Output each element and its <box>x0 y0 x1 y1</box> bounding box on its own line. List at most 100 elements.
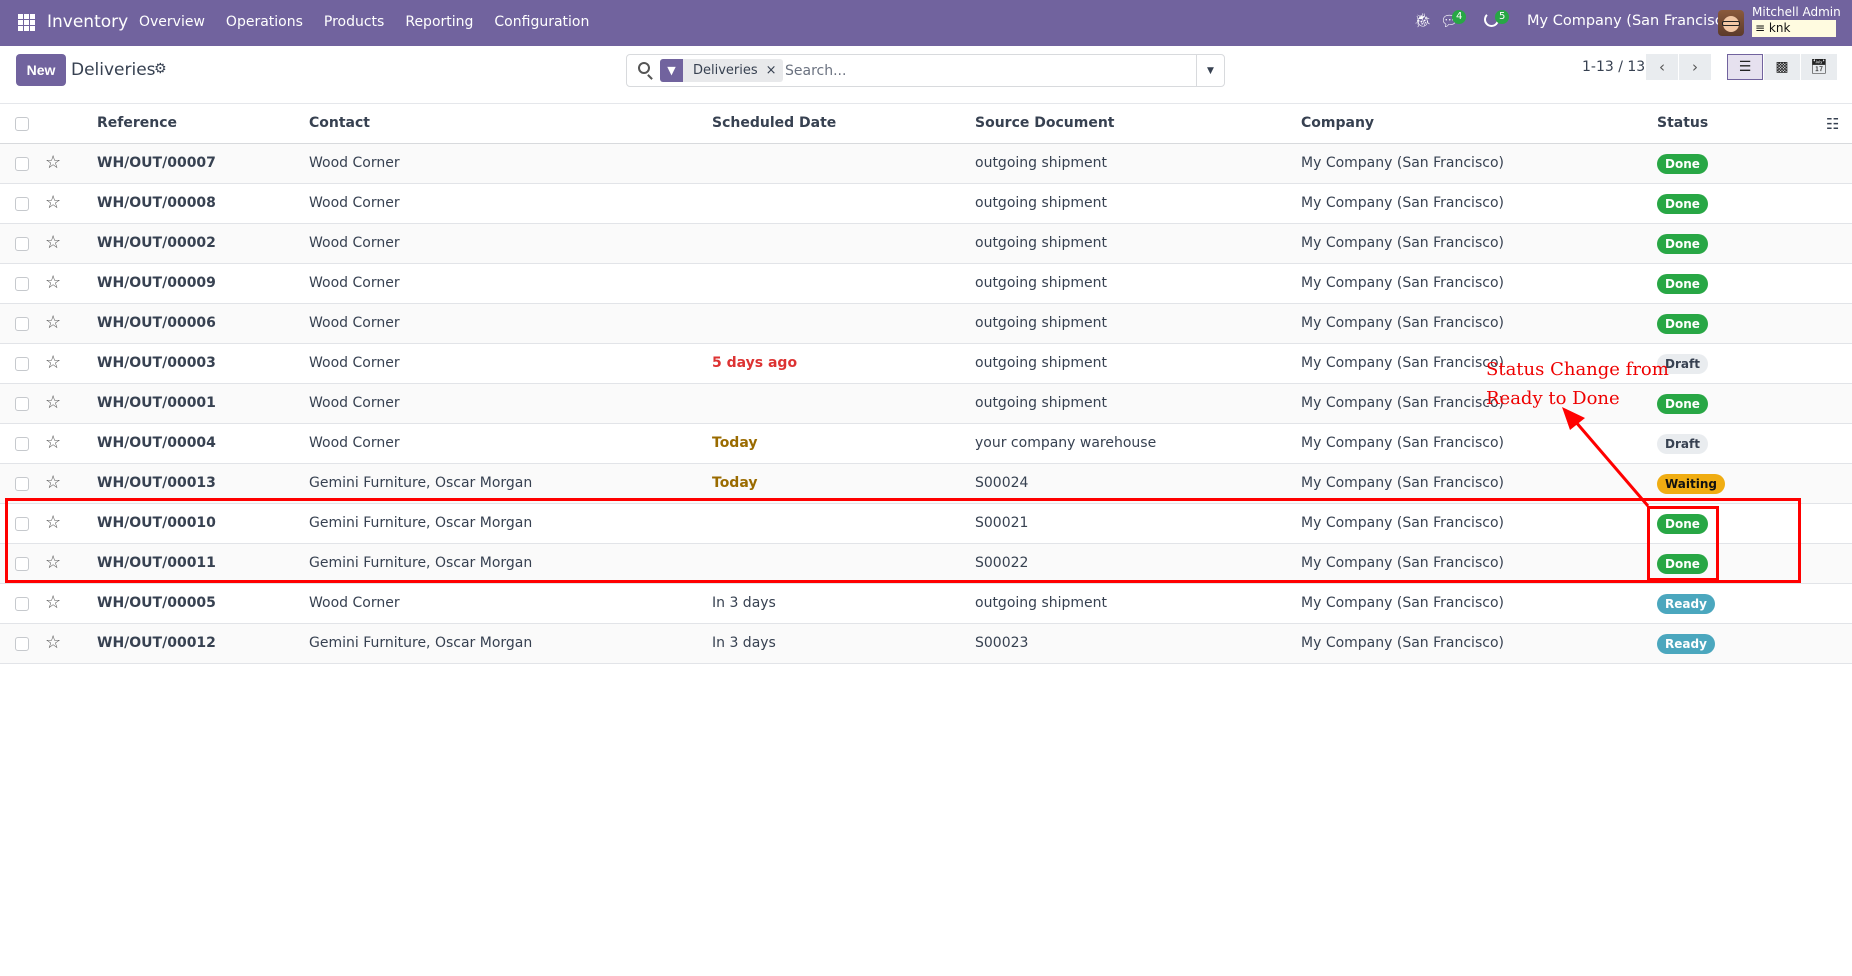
table-row[interactable]: ☆ WH/OUT/00011 Gemini Furniture, Oscar Mor… <box>0 544 1852 584</box>
row-checkbox[interactable] <box>15 357 29 371</box>
database-label: knk <box>1768 21 1791 35</box>
calendar-view-button[interactable]: 📅︎ <box>1801 54 1837 80</box>
row-checkbox[interactable] <box>15 157 29 171</box>
pager-previous-button[interactable]: ‹ <box>1646 54 1678 80</box>
favorite-star-icon[interactable]: ☆ <box>45 272 61 293</box>
cell-contact: Wood Corner <box>309 235 400 251</box>
menu-item-reporting[interactable]: Reporting <box>405 14 473 30</box>
facet-remove-icon[interactable]: × <box>766 63 783 78</box>
row-checkbox[interactable] <box>15 637 29 651</box>
gear-icon[interactable]: ⚙ <box>154 61 167 77</box>
cell-contact: Wood Corner <box>309 155 400 171</box>
cell-contact: Wood Corner <box>309 595 400 611</box>
favorite-star-icon[interactable]: ☆ <box>45 392 61 413</box>
cell-company: My Company (San Francisco) <box>1301 555 1504 571</box>
cell-contact: Gemini Furniture, Oscar Morgan <box>309 475 533 491</box>
avatar-glasses <box>1722 21 1740 26</box>
column-header-status[interactable]: Status <box>1657 115 1708 131</box>
table-row[interactable]: ☆ WH/OUT/00012 Gemini Furniture, Oscar Mor… <box>0 624 1852 664</box>
favorite-star-icon[interactable]: ☆ <box>45 592 61 613</box>
row-checkbox[interactable] <box>15 397 29 411</box>
search-options-toggle[interactable]: ▼ <box>1196 55 1224 86</box>
annotation-text: Status Change from Ready to Done <box>1486 355 1686 413</box>
cell-reference: WH/OUT/00003 <box>97 355 216 371</box>
column-header-reference[interactable]: Reference <box>97 115 177 131</box>
row-checkbox[interactable] <box>15 477 29 491</box>
row-checkbox[interactable] <box>15 277 29 291</box>
status-badge: Done <box>1657 314 1708 334</box>
favorite-star-icon[interactable]: ☆ <box>45 312 61 333</box>
kanban-view-button[interactable]: ▩ <box>1764 54 1800 80</box>
table-row[interactable]: ☆ WH/OUT/00010 Gemini Furniture, Oscar Mor… <box>0 504 1852 544</box>
table-header: Reference Contact Scheduled Date Source … <box>0 103 1852 144</box>
favorite-star-icon[interactable]: ☆ <box>45 152 61 173</box>
cell-source-document: outgoing shipment <box>975 155 1108 171</box>
favorite-star-icon[interactable]: ☆ <box>45 632 61 653</box>
new-button[interactable]: New <box>16 54 66 86</box>
table-row[interactable]: ☆ WH/OUT/00009 Wood Corner outgoing shipmen… <box>0 264 1852 304</box>
pager-next-button[interactable]: › <box>1679 54 1711 80</box>
cell-source-document: S00023 <box>975 635 1029 651</box>
row-checkbox[interactable] <box>15 317 29 331</box>
status-badge: Done <box>1657 514 1708 534</box>
table-row[interactable]: ☆ WH/OUT/00004 Wood Corner Today your compan… <box>0 424 1852 464</box>
status-badge: Done <box>1657 194 1708 214</box>
row-checkbox[interactable] <box>15 237 29 251</box>
favorite-star-icon[interactable]: ☆ <box>45 192 61 213</box>
cell-source-document: S00022 <box>975 555 1029 571</box>
table-row[interactable]: ☆ WH/OUT/00013 Gemini Furniture, Oscar Mor… <box>0 464 1852 504</box>
favorite-star-icon[interactable]: ☆ <box>45 552 61 573</box>
debug-bug-icon[interactable]: 🐞︎ <box>1414 13 1432 29</box>
column-header-source-document[interactable]: Source Document <box>975 115 1115 131</box>
favorite-star-icon[interactable]: ☆ <box>45 472 61 493</box>
status-badge: Done <box>1657 554 1708 574</box>
menu-item-overview[interactable]: Overview <box>139 14 205 30</box>
list-view-button[interactable]: ☰ <box>1727 54 1763 80</box>
table-row[interactable]: ☆ WH/OUT/00006 Wood Corner outgoing shipmen… <box>0 304 1852 344</box>
menu-item-configuration[interactable]: Configuration <box>494 14 589 30</box>
cell-source-document: outgoing shipment <box>975 315 1108 331</box>
column-header-scheduled-date[interactable]: Scheduled Date <box>712 115 836 131</box>
status-badge: Ready <box>1657 594 1715 614</box>
cell-source-document: outgoing shipment <box>975 275 1108 291</box>
table-row[interactable]: ☆ WH/OUT/00008 Wood Corner outgoing shipmen… <box>0 184 1852 224</box>
company-switcher[interactable]: My Company (San Francisco) <box>1527 13 1737 29</box>
cell-reference: WH/OUT/00006 <box>97 315 216 331</box>
user-avatar[interactable] <box>1718 10 1744 36</box>
row-checkbox[interactable] <box>15 197 29 211</box>
search-input[interactable] <box>785 59 1175 83</box>
row-checkbox[interactable] <box>15 517 29 531</box>
apps-menu-icon[interactable] <box>18 14 35 31</box>
table-row[interactable]: ☆ WH/OUT/00007 Wood Corner outgoing shipmen… <box>0 144 1852 184</box>
status-badge: Done <box>1657 234 1708 254</box>
cell-scheduled-date: Today <box>712 475 758 491</box>
favorite-star-icon[interactable]: ☆ <box>45 232 61 253</box>
menu-item-products[interactable]: Products <box>324 14 384 30</box>
user-name[interactable]: Mitchell Admin <box>1752 5 1841 19</box>
select-all-checkbox[interactable] <box>15 117 29 131</box>
row-checkbox[interactable] <box>15 437 29 451</box>
table-row[interactable]: ☆ WH/OUT/00002 Wood Corner outgoing shipmen… <box>0 224 1852 264</box>
row-checkbox[interactable] <box>15 597 29 611</box>
column-header-contact[interactable]: Contact <box>309 115 370 131</box>
cell-contact: Wood Corner <box>309 275 400 291</box>
app-name[interactable]: Inventory <box>47 12 128 32</box>
favorite-star-icon[interactable]: ☆ <box>45 512 61 533</box>
cell-contact: Wood Corner <box>309 195 400 211</box>
row-checkbox[interactable] <box>15 557 29 571</box>
cell-source-document: outgoing shipment <box>975 235 1108 251</box>
optional-columns-settings-icon[interactable]: ☷ <box>1826 115 1839 133</box>
cell-company: My Company (San Francisco) <box>1301 435 1504 451</box>
table-row[interactable]: ☆ WH/OUT/00005 Wood Corner In 3 days outgoin… <box>0 584 1852 624</box>
cell-source-document: outgoing shipment <box>975 195 1108 211</box>
cell-reference: WH/OUT/00009 <box>97 275 216 291</box>
cell-contact: Gemini Furniture, Oscar Morgan <box>309 515 533 531</box>
pager-value[interactable]: 1-13 / 13 <box>1582 59 1645 75</box>
menu-item-operations[interactable]: Operations <box>226 14 303 30</box>
cell-source-document: S00021 <box>975 515 1029 531</box>
annotation-line-1: Status Change from <box>1486 359 1669 380</box>
column-header-company[interactable]: Company <box>1301 115 1374 131</box>
favorite-star-icon[interactable]: ☆ <box>45 352 61 373</box>
cell-contact: Wood Corner <box>309 355 400 371</box>
favorite-star-icon[interactable]: ☆ <box>45 432 61 453</box>
